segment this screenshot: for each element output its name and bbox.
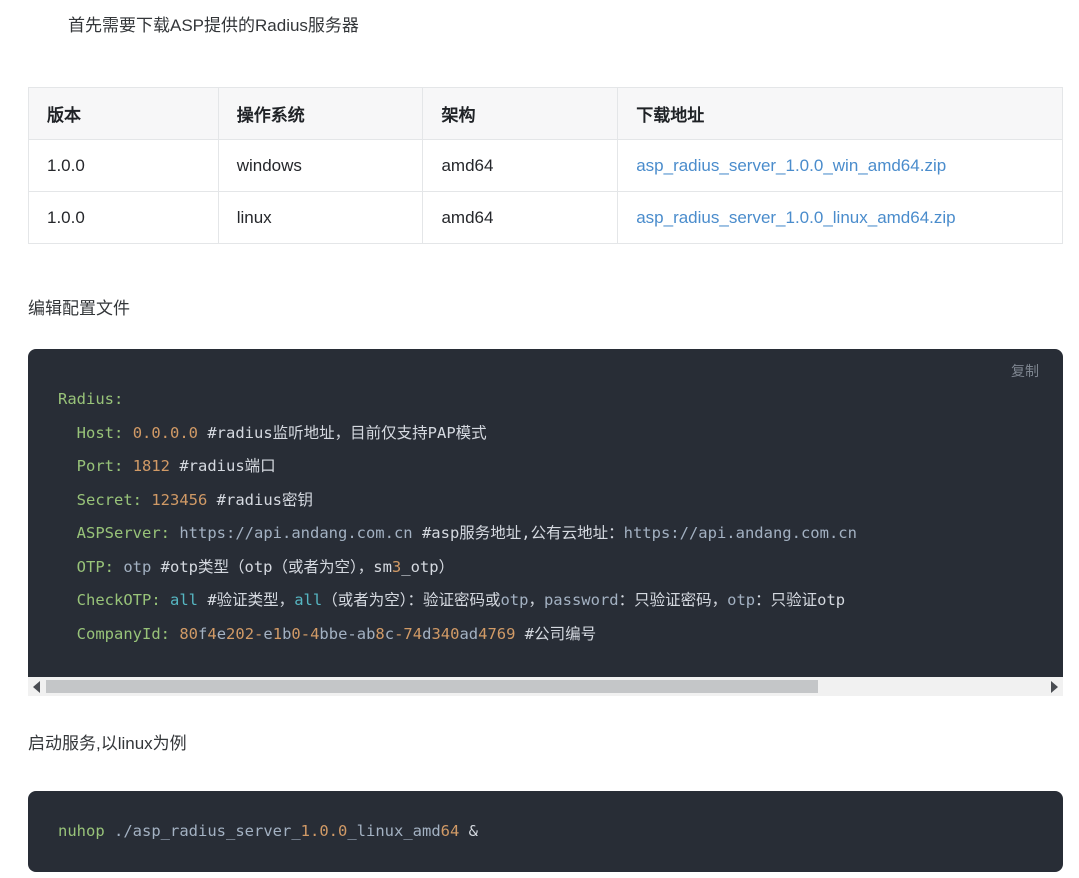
cell-os: windows bbox=[218, 140, 423, 192]
table-header-row: 版本 操作系统 架构 下载地址 bbox=[29, 88, 1063, 140]
edit-config-label: 编辑配置文件 bbox=[28, 297, 1079, 321]
start-command-code-block: nuhop ./asp_radius_server_1.0.0_linux_am… bbox=[28, 791, 1063, 872]
horizontal-scrollbar[interactable] bbox=[28, 677, 1063, 696]
download-link-windows[interactable]: asp_radius_server_1.0.0_win_amd64.zip bbox=[636, 156, 946, 175]
copy-button[interactable]: 复制 bbox=[1011, 361, 1039, 381]
config-code-block: Radius: Host: 0.0.0.0 #radius监听地址，目前仅支持P… bbox=[28, 349, 1063, 696]
cell-version: 1.0.0 bbox=[29, 192, 219, 244]
start-command-code-lines: nuhop ./asp_radius_server_1.0.0_linux_am… bbox=[58, 819, 1063, 843]
scrollbar-thumb[interactable] bbox=[46, 680, 818, 693]
start-service-label: 启动服务,以linux为例 bbox=[28, 732, 1079, 756]
table-row: 1.0.0 linux amd64 asp_radius_server_1.0.… bbox=[29, 192, 1063, 244]
column-header-download: 下载地址 bbox=[618, 88, 1063, 140]
intro-paragraph: 首先需要下载ASP提供的Radius服务器 bbox=[68, 14, 1079, 38]
download-table: 版本 操作系统 架构 下载地址 1.0.0 windows amd64 asp_… bbox=[28, 87, 1063, 244]
cell-os: linux bbox=[218, 192, 423, 244]
cell-arch: amd64 bbox=[423, 192, 618, 244]
download-link-linux[interactable]: asp_radius_server_1.0.0_linux_amd64.zip bbox=[636, 208, 955, 227]
cell-version: 1.0.0 bbox=[29, 140, 219, 192]
scrollbar-right-arrow-icon[interactable] bbox=[1046, 677, 1063, 696]
config-code-lines: Radius: Host: 0.0.0.0 #radius监听地址，目前仅支持P… bbox=[58, 383, 1063, 651]
cell-download: asp_radius_server_1.0.0_win_amd64.zip bbox=[618, 140, 1063, 192]
cell-download: asp_radius_server_1.0.0_linux_amd64.zip bbox=[618, 192, 1063, 244]
column-header-version: 版本 bbox=[29, 88, 219, 140]
docs-page: 首先需要下载ASP提供的Radius服务器 版本 操作系统 架构 下载地址 1.… bbox=[0, 0, 1079, 878]
column-header-arch: 架构 bbox=[423, 88, 618, 140]
column-header-os: 操作系统 bbox=[218, 88, 423, 140]
cell-arch: amd64 bbox=[423, 140, 618, 192]
config-code-area: Radius: Host: 0.0.0.0 #radius监听地址，目前仅支持P… bbox=[28, 349, 1063, 677]
table-row: 1.0.0 windows amd64 asp_radius_server_1.… bbox=[29, 140, 1063, 192]
scrollbar-left-arrow-icon[interactable] bbox=[28, 677, 45, 696]
